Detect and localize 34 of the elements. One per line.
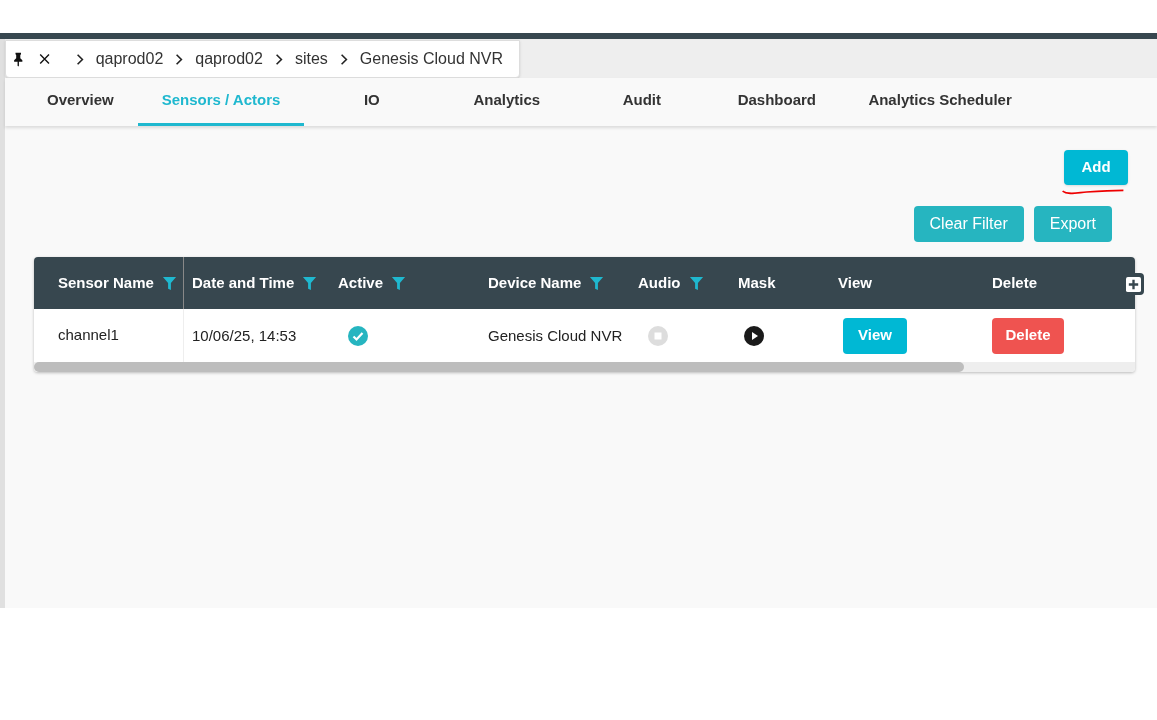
table-cell: Genesis Cloud NVR — [488, 326, 623, 344]
column-title: Mask — [738, 272, 776, 293]
table-cell-text: channel1 — [58, 325, 119, 346]
tab[interactable]: Audit — [574, 78, 710, 126]
column-title: Date and Time — [192, 272, 295, 293]
column-title: Sensor Name — [58, 272, 154, 293]
column-title: Delete — [992, 272, 1038, 293]
column-title: View — [838, 272, 872, 293]
tab[interactable]: IO — [304, 78, 440, 126]
filter-icon[interactable] — [589, 275, 605, 291]
table-cell: 10/06/25, 14:53 — [192, 326, 297, 344]
tab[interactable]: Analytics Scheduler — [844, 78, 1036, 126]
scrollbar-thumb[interactable] — [34, 362, 964, 372]
close-icon[interactable] — [38, 51, 52, 67]
column-title: Active — [338, 272, 384, 293]
filter-icon[interactable] — [688, 275, 704, 291]
plus-icon — [1125, 276, 1141, 292]
chevron-right-icon — [75, 52, 84, 66]
tab[interactable]: Dashboard — [709, 78, 845, 126]
breadcrumb-link[interactable]: Genesis Cloud NVR — [359, 47, 503, 71]
breadcrumb-link[interactable]: qaprod02 — [95, 47, 164, 71]
filter-icon[interactable] — [302, 275, 318, 291]
filter-icon[interactable] — [391, 275, 407, 291]
tab[interactable]: Overview — [23, 78, 138, 126]
breadcrumb-link[interactable]: qaprod02 — [195, 47, 263, 71]
column-title: Device Name — [488, 272, 582, 293]
tab[interactable]: Analytics — [439, 78, 575, 126]
chevron-right-icon — [175, 52, 184, 66]
breadcrumb-link[interactable]: sites — [294, 47, 328, 71]
filter-icon[interactable] — [161, 275, 177, 291]
chevron-right-icon — [339, 52, 348, 66]
chevron-right-icon — [274, 52, 283, 66]
play-circle-icon[interactable] — [744, 325, 764, 346]
column-title: Audio — [638, 272, 681, 293]
